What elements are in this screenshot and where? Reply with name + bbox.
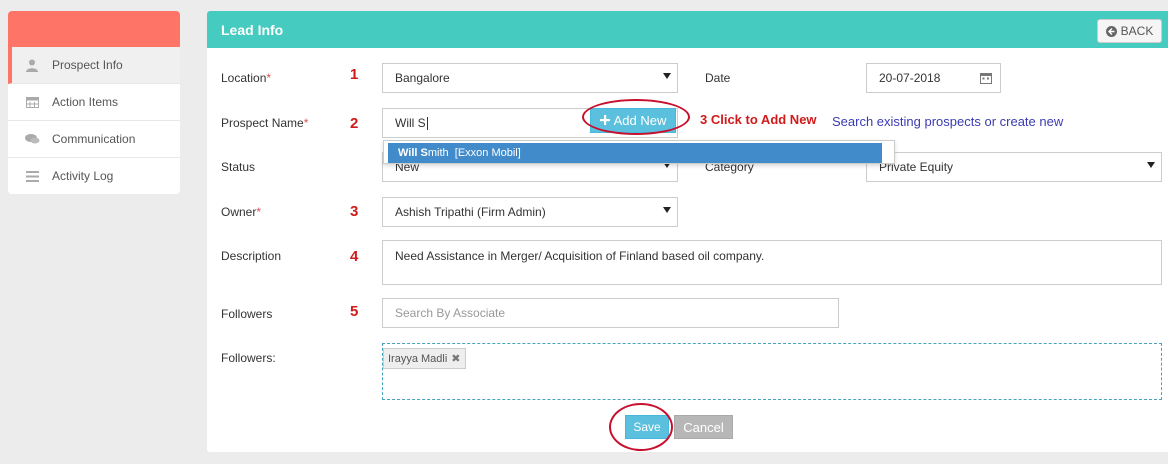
text-cursor [426,116,428,130]
step-number-2: 2 [350,115,359,132]
calendar-icon[interactable] [980,72,992,87]
owner-select[interactable]: Ashish Tripathi (Firm Admin) [382,197,678,227]
remove-tag-icon[interactable]: ✖ [451,352,460,365]
sidebar-item-activity-log[interactable]: Activity Log [8,158,180,194]
step-number-4: 4 [350,248,359,265]
owner-label: Owner* [221,205,262,219]
status-label: Status [221,160,256,174]
description-textarea[interactable]: Need Assistance in Merger/ Acquisition o… [382,240,1162,285]
save-button[interactable]: Save [625,415,669,439]
plus-icon [599,113,610,128]
chat-icon [24,132,40,146]
cancel-button[interactable]: Cancel [674,415,733,439]
sidebar-item-communication[interactable]: Communication [8,121,180,158]
location-label: Location* [221,71,272,85]
user-icon [24,58,40,72]
step-number-1: 1 [350,66,359,83]
description-label: Description [221,249,282,263]
arrow-left-icon [1105,25,1117,37]
follower-tag: Irayya Madli ✖ [383,348,466,369]
sidebar-item-label: Prospect Info [52,58,123,72]
panel-title: Lead Info [221,21,284,38]
sidebar-item-label: Activity Log [52,169,114,183]
location-select[interactable]: Bangalore [382,63,678,93]
date-label: Date [705,71,731,85]
calendar-icon [24,95,40,109]
sidebar-item-action-items[interactable]: Action Items [8,84,180,121]
add-new-button[interactable]: Add New [590,108,676,133]
followers-tag-box[interactable]: Irayya Madli ✖ [382,343,1162,400]
sidebar-item-label: Communication [52,132,136,146]
prospect-name-label: Prospect Name* [221,116,309,130]
panel-header: Lead Info BACK [207,11,1168,48]
annotation-click-to-add: 3 Click to Add New [700,112,817,127]
lead-info-panel: Lead Info BACK Location* 1 Bangalore Dat… [207,11,1168,452]
followers-list-label: Followers: [221,351,276,365]
caret-down-icon [663,207,671,213]
sidebar-item-label: Action Items [52,95,119,109]
caret-down-icon [1147,162,1155,168]
prospect-autocomplete-dropdown: Will Smith [Exxon Mobil] [383,140,895,164]
autocomplete-option[interactable]: Will Smith [Exxon Mobil] [388,143,882,163]
followers-label: Followers [221,307,273,321]
sidebar-header [8,11,180,47]
step-number-5: 5 [350,303,359,320]
list-icon [24,169,40,183]
annotation-search-hint: Search existing prospects or create new [832,114,1064,129]
followers-search-input[interactable]: Search By Associate [382,298,839,328]
step-number-3: 3 [350,203,359,220]
category-select[interactable]: Private Equity [866,152,1162,182]
sidebar: Prospect Info Action Items Communication… [8,11,180,194]
caret-down-icon [663,73,671,79]
back-button-label: BACK [1120,24,1154,38]
sidebar-item-prospect-info[interactable]: Prospect Info [8,47,180,84]
back-button[interactable]: BACK [1097,19,1162,43]
date-input[interactable]: 20-07-2018 [866,63,1001,93]
